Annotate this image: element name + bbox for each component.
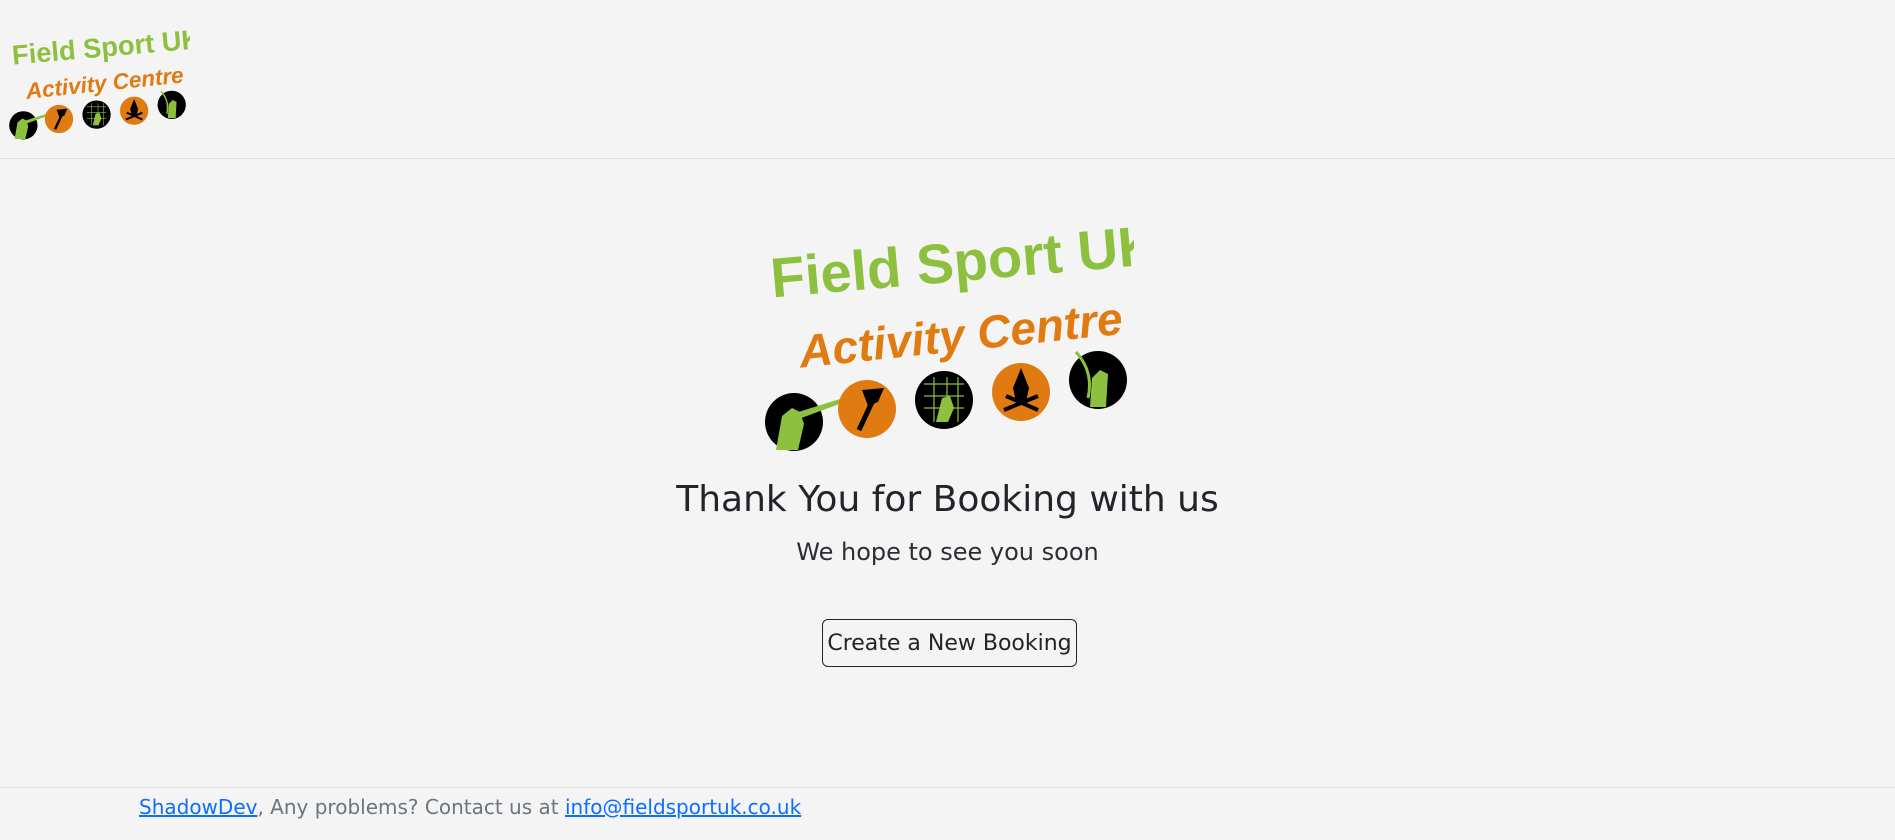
footer-text: ShadowDev, Any problems? Contact us at i…	[139, 793, 801, 821]
axe-throwing-icon	[838, 380, 896, 438]
logo-text: Field Sport UK Activity Centre	[768, 213, 1134, 378]
site-logo[interactable]: Field Sport UK Activity Centre	[8, 18, 190, 140]
footer-contact-text: , Any problems? Contact us at	[257, 795, 565, 819]
page-subtitle: We hope to see you soon	[796, 538, 1099, 566]
main-content: Field Sport UK Activity Centre Thank You…	[0, 160, 1895, 786]
create-new-booking-button[interactable]: Create a New Booking	[822, 619, 1077, 667]
logo-text: Field Sport UK Activity Centre	[11, 23, 190, 104]
page-title: Thank You for Booking with us	[676, 479, 1219, 520]
netball-icon	[915, 371, 973, 429]
campfire-icon	[992, 363, 1050, 421]
axe-throwing-icon	[44, 104, 74, 134]
header: Field Sport UK Activity Centre	[0, 0, 1895, 159]
campfire-icon	[119, 96, 149, 125]
archery-icon	[157, 90, 186, 120]
netball-icon	[82, 100, 111, 129]
contact-email-link[interactable]: info@fieldsportuk.co.uk	[565, 795, 801, 819]
shadowdev-link[interactable]: ShadowDev	[139, 795, 257, 819]
hero-logo: Field Sport UK Activity Centre	[765, 213, 1134, 451]
logo-line1: Field Sport UK	[768, 213, 1134, 310]
archery-icon	[1069, 350, 1127, 409]
shooting-icon	[9, 111, 47, 140]
shooting-icon	[765, 393, 842, 451]
footer: ShadowDev, Any problems? Contact us at i…	[0, 787, 1895, 840]
logo-line1: Field Sport UK	[11, 23, 190, 70]
